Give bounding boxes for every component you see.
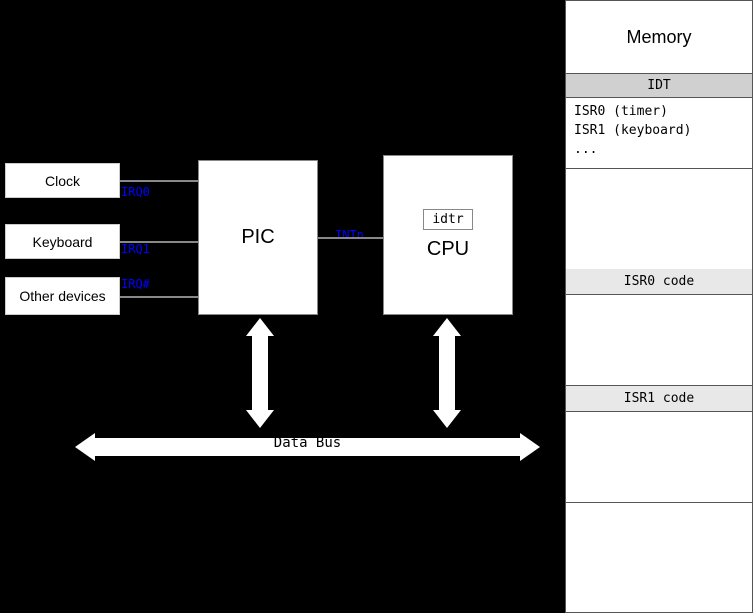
cpu-arrow-up	[433, 318, 461, 336]
irq1-label: IRQ1	[121, 242, 150, 256]
memory-title: Memory	[566, 1, 752, 74]
idt-entry: ISR1 (keyboard)	[574, 121, 744, 140]
data-bus-arrow-left	[75, 433, 95, 461]
intn-line	[318, 237, 383, 239]
cpu-arrow-down	[433, 410, 461, 428]
clock-label: Clock	[45, 173, 80, 189]
data-bus-arrow	[75, 427, 540, 467]
cpu-box: idtr CPU	[383, 155, 513, 315]
other-devices: Other devices	[5, 277, 120, 315]
memory-panel: Memory IDT ISR0 (timer)ISR1 (keyboard)..…	[565, 0, 753, 613]
data-bus-body	[95, 438, 520, 456]
idt-entry: ISR0 (timer)	[574, 102, 744, 121]
other-devices-label: Other devices	[19, 288, 105, 304]
pic-box: PIC	[198, 160, 318, 315]
cpu-label: CPU	[427, 238, 469, 261]
isr0-section: ISR0 code	[566, 269, 752, 386]
idt-entry: ...	[574, 140, 744, 159]
irqn-label: IRQ#	[121, 277, 150, 291]
irq0-label: IRQ0	[121, 185, 150, 199]
pic-arrow-body	[252, 336, 268, 410]
isr1-body	[566, 412, 752, 502]
isr0-label: ISR0 code	[566, 269, 752, 295]
keyboard-device: Keyboard	[5, 224, 120, 259]
idt-entries: ISR0 (timer)ISR1 (keyboard)...	[566, 98, 752, 168]
diagram: Clock Keyboard Other devices IRQ0 IRQ1 I…	[0, 0, 565, 613]
pic-arrow-up	[246, 318, 274, 336]
clock-device: Clock	[5, 163, 120, 198]
isr1-section: ISR1 code	[566, 386, 752, 503]
isr0-body	[566, 295, 752, 385]
idt-section: IDT ISR0 (timer)ISR1 (keyboard)...	[566, 74, 752, 169]
irqn-line	[120, 296, 198, 298]
irq0-line	[120, 180, 198, 182]
irq1-line	[120, 241, 198, 243]
isr1-label: ISR1 code	[566, 386, 752, 412]
cpu-vertical-arrow	[435, 318, 459, 428]
memory-gap-1	[566, 169, 752, 269]
cpu-arrow-body	[439, 336, 455, 410]
keyboard-label: Keyboard	[33, 234, 93, 250]
intn-label: INTn	[335, 228, 364, 242]
pic-label: PIC	[241, 226, 274, 249]
cpu-idtr: idtr	[423, 209, 472, 230]
pic-arrow-down	[246, 410, 274, 428]
data-bus-arrow-right	[520, 433, 540, 461]
pic-arrow-inner	[246, 318, 274, 428]
cpu-arrow-inner	[433, 318, 461, 428]
idt-label: IDT	[566, 74, 752, 98]
pic-vertical-arrow	[248, 318, 272, 428]
